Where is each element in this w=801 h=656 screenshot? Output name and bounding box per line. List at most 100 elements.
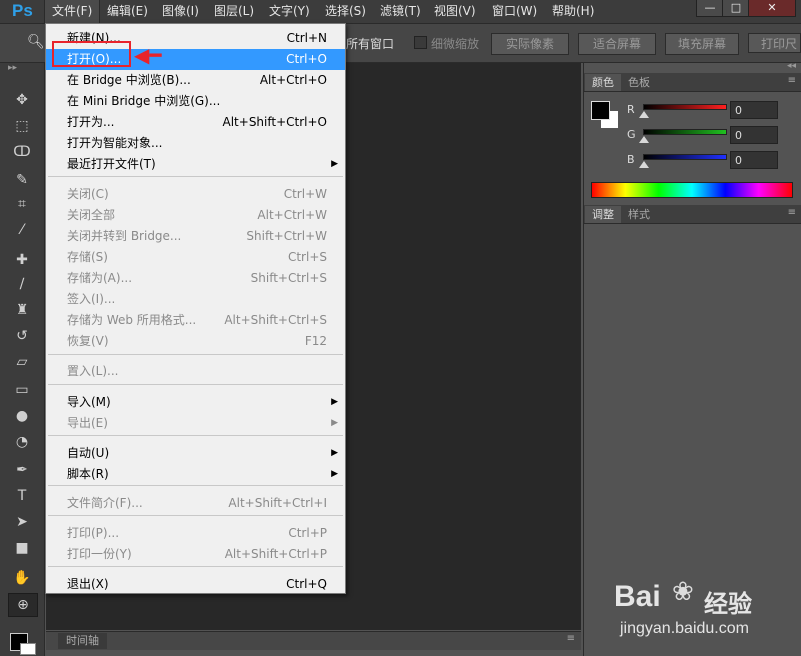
watermark-url: jingyan.baidu.com xyxy=(620,620,749,637)
green-slider[interactable] xyxy=(643,129,727,135)
tab-color[interactable]: 颜色 xyxy=(585,74,621,91)
menu-separator xyxy=(48,354,343,355)
menu-item-shortcut: F12 xyxy=(304,334,327,348)
menu-item-label: 打开为智能对象... xyxy=(67,136,163,150)
panel-menu-icon[interactable]: ≡ xyxy=(788,207,796,218)
gradient-tool-icon[interactable]: ▭ xyxy=(8,379,36,401)
zoom-tool-icon[interactable]: ⊕ xyxy=(8,593,38,617)
close-button[interactable]: ✕ xyxy=(748,0,796,17)
collapse-panels-icon[interactable]: ◂◂ xyxy=(787,61,796,71)
marquee-tool-icon[interactable]: ⬚ xyxy=(8,115,36,137)
foreground-color-swatch[interactable] xyxy=(591,101,610,120)
menu-item-browse-in-mini-bridge[interactable]: 在 Mini Bridge 中浏览(G)... xyxy=(46,91,345,112)
menu-item-shortcut: Ctrl+Q xyxy=(286,577,327,591)
menu-filter[interactable]: 滤镜(T) xyxy=(373,0,428,23)
background-color-swatch[interactable] xyxy=(20,643,36,655)
menu-item-open-recent[interactable]: 最近打开文件(T) ▶ xyxy=(46,154,345,175)
scrubby-zoom-checkbox[interactable] xyxy=(414,36,427,49)
menu-file[interactable]: 文件(F) xyxy=(43,0,101,24)
menu-item-label: 关闭全部 xyxy=(67,208,116,222)
blue-value-input[interactable]: 0 xyxy=(730,151,778,169)
menu-item-check-in: 签入(I)... xyxy=(46,289,345,310)
tab-swatches[interactable]: 色板 xyxy=(621,74,657,91)
blue-slider-thumb[interactable] xyxy=(639,161,649,168)
red-slider-thumb[interactable] xyxy=(639,111,649,118)
red-slider[interactable] xyxy=(643,104,727,110)
panel-menu-icon[interactable]: ≡ xyxy=(788,75,796,86)
submenu-arrow-icon: ▶ xyxy=(331,418,338,428)
menu-item-save-as: 存储为(A)... Shift+Ctrl+S xyxy=(46,268,345,289)
dodge-tool-icon[interactable]: ◔ xyxy=(8,431,36,453)
menu-item-open-as[interactable]: 打开为... Alt+Shift+Ctrl+O xyxy=(46,112,345,133)
hand-tool-icon[interactable]: ✋ xyxy=(8,567,36,589)
pen-tool-icon[interactable]: ✒ xyxy=(8,459,36,481)
print-size-button[interactable]: 打印尺 xyxy=(748,33,801,53)
menu-edit[interactable]: 编辑(E) xyxy=(100,0,155,23)
collapse-panel-icon[interactable]: ▸▸ xyxy=(8,63,17,73)
fit-screen-button[interactable]: 适合屏幕 xyxy=(578,33,656,55)
history-brush-tool-icon[interactable]: ↺ xyxy=(8,325,36,347)
type-tool-icon[interactable]: T xyxy=(8,485,36,507)
menu-separator xyxy=(48,384,343,385)
menu-item-label: 打印(P)... xyxy=(67,526,120,540)
tab-adjustments[interactable]: 调整 xyxy=(585,206,621,223)
menu-item-shortcut: Alt+Ctrl+O xyxy=(259,73,327,87)
menu-item-exit[interactable]: 退出(X) Ctrl+Q xyxy=(46,574,345,595)
menu-help[interactable]: 帮助(H) xyxy=(545,0,601,23)
actual-pixels-button[interactable]: 实际像素 xyxy=(491,33,569,55)
eraser-tool-icon[interactable]: ▱ xyxy=(8,351,36,373)
menu-item-label: 导入(M) xyxy=(67,395,111,409)
blue-slider[interactable] xyxy=(643,154,727,160)
menu-item-label: 存储(S) xyxy=(67,250,108,264)
clone-stamp-tool-icon[interactable]: ♜ xyxy=(8,299,36,321)
menu-item-label: 恢复(V) xyxy=(67,334,109,348)
quick-selection-tool-icon[interactable]: ✎ xyxy=(8,169,36,191)
menu-item-shortcut: Shift+Ctrl+S xyxy=(250,271,327,285)
eyedropper-tool-icon[interactable]: ⁄ xyxy=(8,219,36,241)
menu-type[interactable]: 文字(Y) xyxy=(262,0,317,23)
menu-item-label: 在 Bridge 中浏览(B)... xyxy=(67,73,191,87)
menu-select[interactable]: 选择(S) xyxy=(318,0,373,23)
color-spectrum-bar[interactable] xyxy=(591,182,793,198)
menu-separator xyxy=(48,566,343,567)
menu-item-browse-in-bridge[interactable]: 在 Bridge 中浏览(B)... Alt+Ctrl+O xyxy=(46,70,345,91)
menu-item-open-as-smart-object[interactable]: 打开为智能对象... xyxy=(46,133,345,154)
healing-brush-tool-icon[interactable]: ✚ xyxy=(8,249,36,271)
menu-item-automate[interactable]: 自动(U) ▶ xyxy=(46,443,345,464)
move-tool-icon[interactable]: ✥ xyxy=(8,89,36,111)
baidu-logo: Bai xyxy=(614,580,661,613)
tab-styles[interactable]: 样式 xyxy=(621,206,657,223)
menu-layer[interactable]: 图层(L) xyxy=(207,0,261,23)
menu-item-shortcut: Ctrl+S xyxy=(287,250,327,264)
path-selection-tool-icon[interactable]: ➤ xyxy=(8,511,36,533)
right-panels: ◂◂ 颜色 色板 ≡ R 0 G 0 B 0 调整 样式 ≡ xyxy=(583,61,801,656)
crop-tool-icon[interactable]: ⌗ xyxy=(8,193,36,215)
menu-image[interactable]: 图像(I) xyxy=(155,0,206,23)
panel-menu-icon[interactable]: ≡ xyxy=(567,633,575,644)
menu-item-scripts[interactable]: 脚本(R) ▶ xyxy=(46,464,345,485)
menu-item-label: 置入(L)... xyxy=(67,364,119,378)
zoom-tool-icon: 🔍︎ xyxy=(27,34,45,50)
submenu-arrow-icon: ▶ xyxy=(331,159,338,169)
menu-item-label: 关闭(C) xyxy=(67,187,109,201)
fill-screen-button[interactable]: 填充屏幕 xyxy=(665,33,739,55)
rectangle-tool-icon[interactable]: ■ xyxy=(8,537,36,559)
menu-window[interactable]: 窗口(W) xyxy=(485,0,544,23)
menu-item-import[interactable]: 导入(M) ▶ xyxy=(46,392,345,413)
red-value-input[interactable]: 0 xyxy=(730,101,778,119)
scrubby-zoom-label: 细微缩放 xyxy=(431,37,480,51)
timeline-tab[interactable]: 时间轴 xyxy=(58,633,107,649)
paw-icon: ❀ xyxy=(672,576,694,606)
adjustments-panel-header: 调整 样式 ≡ xyxy=(584,205,801,224)
maximize-button[interactable]: □ xyxy=(722,0,750,17)
green-value-input[interactable]: 0 xyxy=(730,126,778,144)
blur-tool-icon[interactable]: ● xyxy=(8,405,36,427)
minimize-button[interactable]: — xyxy=(696,0,724,17)
brush-tool-icon[interactable]: ∕ xyxy=(8,273,36,295)
menu-view[interactable]: 视图(V) xyxy=(427,0,483,23)
green-slider-thumb[interactable] xyxy=(639,136,649,143)
menu-item-shortcut: Ctrl+N xyxy=(286,31,327,45)
lasso-tool-icon[interactable]: ↀ xyxy=(8,141,36,163)
menu-item-shortcut: Alt+Ctrl+W xyxy=(257,208,327,222)
menu-item-print: 打印(P)... Ctrl+P xyxy=(46,523,345,544)
